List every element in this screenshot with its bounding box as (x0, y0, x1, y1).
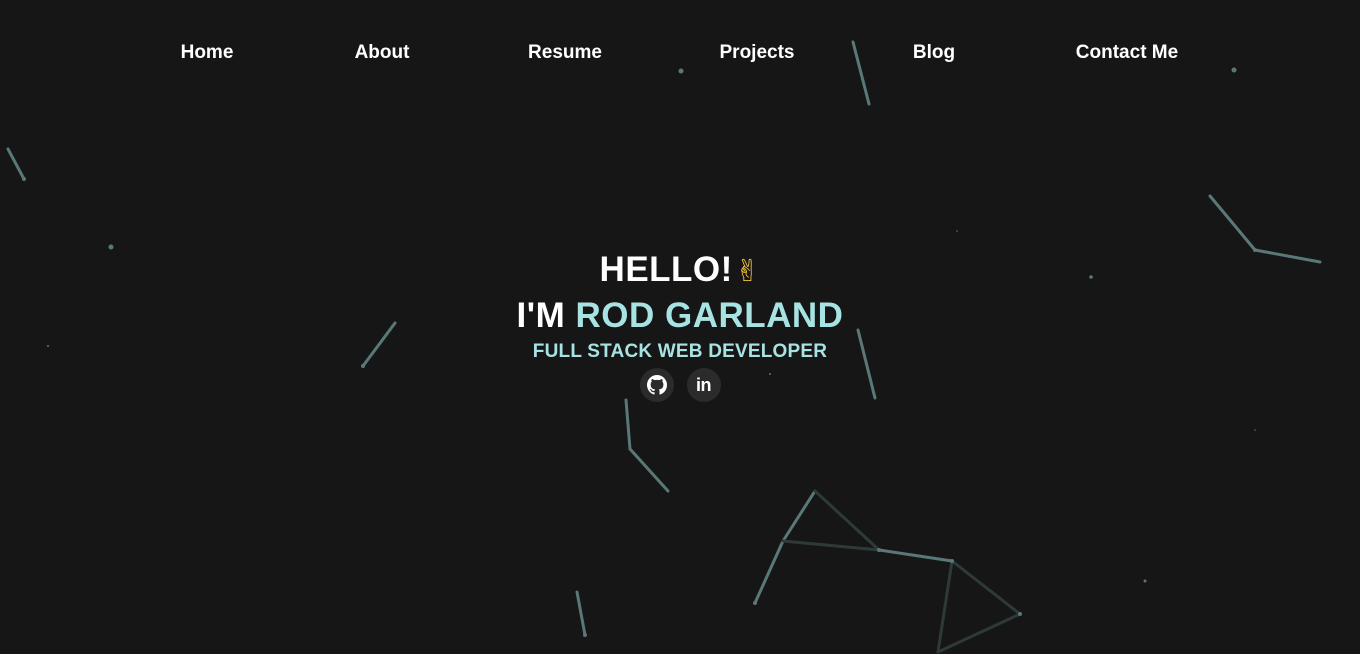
hero-role: FULL STACK WEB DEVELOPER (532, 341, 828, 362)
hero-section: HELLO!✌ I'M ROD GARLAND FULL STACK WEB D… (0, 248, 1360, 402)
victory-hand-icon: ✌ (734, 254, 761, 289)
nav-item-blog[interactable]: Blog (913, 42, 955, 64)
greeting-text: HELLO! (599, 250, 733, 289)
nav-item-about[interactable]: About (355, 42, 410, 64)
hero-greeting: HELLO!✌ (0, 248, 1360, 294)
linkedin-link[interactable]: in (686, 368, 721, 402)
main-nav: Home About Resume Projects Blog Contact … (0, 42, 1360, 72)
github-icon (646, 375, 667, 395)
github-link[interactable] (639, 368, 674, 402)
hero-name: ROD GARLAND (575, 296, 844, 335)
linkedin-icon: in (696, 374, 712, 395)
nav-item-projects[interactable]: Projects (720, 42, 795, 64)
social-links: in (0, 368, 1360, 402)
intro-prefix: I'M (516, 296, 566, 335)
nav-item-contact[interactable]: Contact Me (1076, 42, 1178, 64)
nav-item-resume[interactable]: Resume (528, 42, 602, 64)
nav-item-home[interactable]: Home (181, 42, 234, 64)
page: Home About Resume Projects Blog Contact … (0, 0, 1360, 654)
hero-intro: I'M ROD GARLAND (0, 294, 1360, 338)
